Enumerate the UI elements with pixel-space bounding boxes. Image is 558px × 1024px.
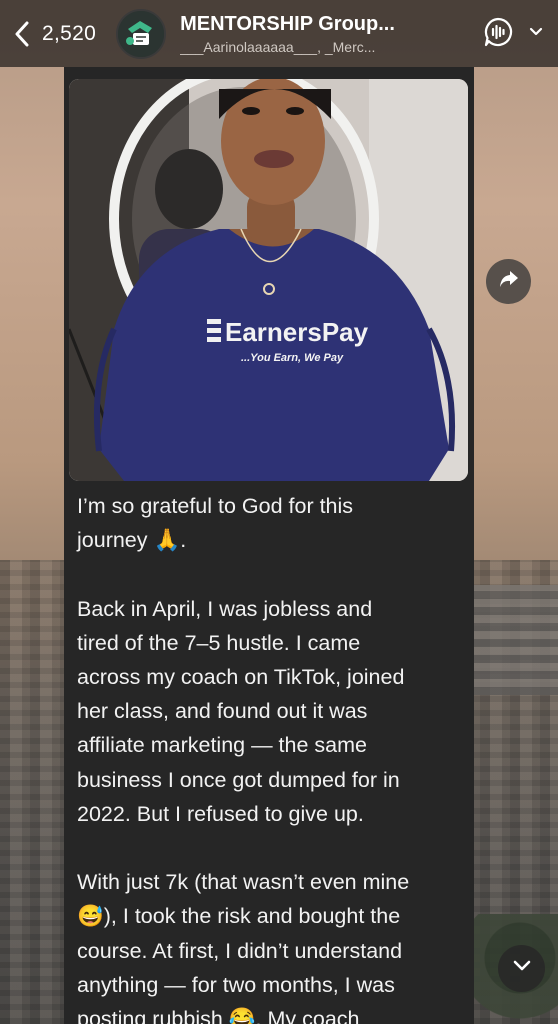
chevron-left-icon bbox=[10, 21, 34, 46]
photo-illustration: EarnersPay ...You Earn, We Pay bbox=[69, 79, 468, 481]
unread-count: 2,520 bbox=[42, 21, 97, 45]
group-title: MENTORSHIP Group... bbox=[180, 12, 395, 35]
share-button[interactable] bbox=[486, 259, 531, 304]
shirt-brand-text: EarnersPay bbox=[225, 317, 369, 347]
voice-chat-button[interactable] bbox=[482, 16, 544, 53]
back-button[interactable]: 2,520 bbox=[10, 0, 96, 67]
message-bubble[interactable]: EarnersPay ...You Earn, We Pay I’m so gr… bbox=[64, 67, 474, 1024]
message-photo[interactable]: EarnersPay ...You Earn, We Pay bbox=[69, 79, 468, 481]
chat-header: 2,520 MENTORSHIP Group... ___Aarinolaaaa… bbox=[0, 0, 558, 67]
shirt-tagline-text: ...You Earn, We Pay bbox=[241, 352, 344, 364]
chevron-down-icon bbox=[528, 25, 544, 43]
wallpaper-building bbox=[472, 585, 558, 695]
chevron-down-icon bbox=[512, 959, 532, 978]
share-arrow-icon bbox=[498, 269, 520, 294]
chat-title-block[interactable]: MENTORSHIP Group... ___Aarinolaaaaaa___,… bbox=[180, 13, 430, 55]
voice-chat-icon bbox=[482, 16, 514, 53]
message-caption: I’m so grateful to God for this journey … bbox=[77, 494, 410, 1024]
group-avatar[interactable] bbox=[116, 8, 167, 59]
group-members-subtitle: ___Aarinolaaaaaa___, _Merc... bbox=[180, 38, 376, 55]
scroll-to-bottom-button[interactable] bbox=[498, 945, 545, 992]
